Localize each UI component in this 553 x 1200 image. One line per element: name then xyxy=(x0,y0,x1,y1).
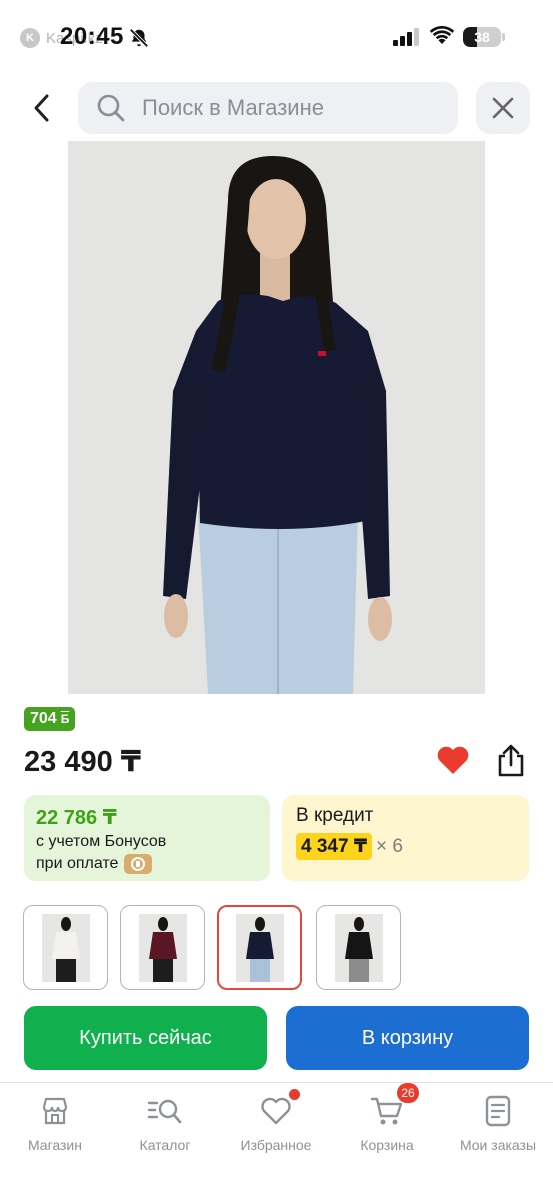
nav-item-catalog[interactable]: Каталог xyxy=(110,1093,220,1163)
orders-icon xyxy=(480,1093,516,1129)
bonus-symbol: Б xyxy=(60,712,70,726)
heart-filled-icon xyxy=(437,746,469,774)
battery-indicator: 38 xyxy=(463,27,501,47)
product-photo xyxy=(68,141,485,694)
share-icon xyxy=(498,744,524,777)
search-input[interactable] xyxy=(142,95,432,121)
share-button[interactable] xyxy=(491,741,531,781)
add-to-cart-button[interactable]: В корзину xyxy=(286,1006,529,1070)
catalog-search-icon xyxy=(147,1093,183,1129)
back-button[interactable] xyxy=(22,88,62,128)
favorites-dot xyxy=(289,1089,300,1100)
credit-card[interactable]: В кредит 4 347 ₸ × 6 xyxy=(282,795,529,881)
nav-item-store[interactable]: Магазин xyxy=(0,1093,110,1163)
bonus-badge-value: 704 xyxy=(30,710,57,727)
chevron-left-icon xyxy=(34,94,49,122)
nav-item-favorites[interactable]: Избранное xyxy=(221,1089,331,1163)
search-bar[interactable] xyxy=(78,82,458,134)
cellular-signal-icon xyxy=(393,28,419,46)
nav-label-catalog: Каталог xyxy=(139,1137,191,1153)
nav-item-orders[interactable]: Мои заказы xyxy=(443,1093,553,1163)
product-main-image[interactable] xyxy=(68,141,485,694)
kaspi-logo-icon: K xyxy=(20,28,40,48)
nav-label-store: Магазин xyxy=(27,1137,82,1153)
bonus-badge: 704 Б xyxy=(24,707,76,731)
thumbnail-navy-selected[interactable] xyxy=(217,905,302,990)
status-time: 20:45 xyxy=(60,23,124,50)
credit-title: В кредит xyxy=(296,805,374,826)
bottom-navigation: Магазин Каталог Избранное 26 Корзина Мои… xyxy=(0,1082,553,1200)
cart-icon: 26 xyxy=(369,1083,419,1129)
thumbnail-black[interactable] xyxy=(316,905,401,990)
store-icon xyxy=(37,1093,73,1129)
status-bar: K Kaspi.kz 20:45 38 xyxy=(0,0,553,70)
bonus-price-line1: с учетом Бонусов xyxy=(36,833,167,850)
close-icon xyxy=(492,97,514,119)
nav-item-cart[interactable]: 26 Корзина xyxy=(332,1083,442,1163)
bonus-price-card[interactable]: 22 786 ₸ с учетом Бонусов при оплате xyxy=(24,795,270,881)
nav-label-favorites: Избранное xyxy=(240,1137,312,1153)
wifi-icon xyxy=(429,26,455,44)
bonus-price-line2-row: при оплате xyxy=(36,854,258,874)
cart-count-badge: 26 xyxy=(397,1083,419,1103)
nav-label-cart: Корзина xyxy=(360,1137,414,1153)
bonus-price-line2: при оплате xyxy=(36,855,119,872)
search-icon xyxy=(96,93,126,123)
buy-now-button[interactable]: Купить сейчас xyxy=(24,1006,267,1070)
kaspi-pay-icon xyxy=(124,854,153,874)
thumbnail-burgundy[interactable] xyxy=(120,905,205,990)
heart-outline-icon xyxy=(258,1089,300,1129)
battery-level: 38 xyxy=(474,29,490,45)
product-price: 23 490 ₸ xyxy=(24,746,141,778)
muted-bell-icon xyxy=(129,28,149,48)
thumbnail-white[interactable] xyxy=(23,905,108,990)
favorite-button[interactable] xyxy=(434,741,472,779)
credit-multiplier: × 6 xyxy=(376,835,403,857)
bonus-price-amount: 22 786 ₸ xyxy=(36,807,117,829)
credit-monthly-amount: 4 347 ₸ xyxy=(296,833,373,860)
close-search-button[interactable] xyxy=(476,82,530,134)
battery-cap xyxy=(502,33,505,41)
nav-label-orders: Мои заказы xyxy=(459,1137,537,1153)
